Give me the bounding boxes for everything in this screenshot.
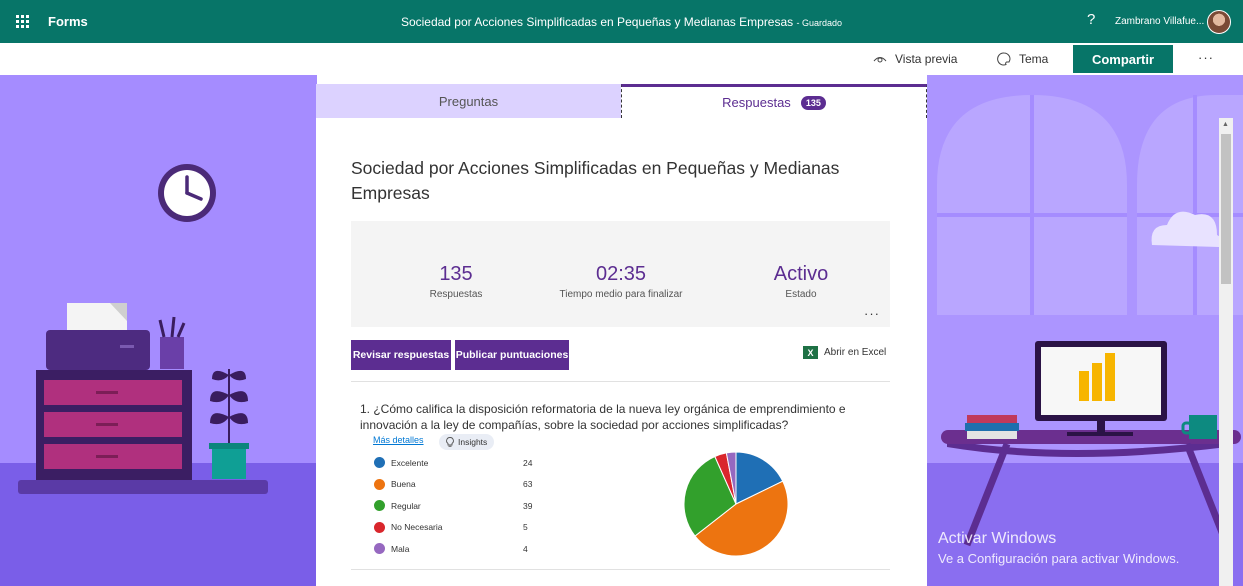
palette-icon xyxy=(997,52,1011,66)
watermark-title: Activar Windows xyxy=(938,530,1057,547)
legend-label: Excelente xyxy=(391,457,429,468)
watermark-subtitle: Ve a Configuración para activar Windows. xyxy=(938,551,1180,566)
status-value: Activo xyxy=(773,263,829,285)
legend-swatch xyxy=(374,478,385,490)
average-time-value: 02:35 xyxy=(595,263,647,285)
summary-more-button[interactable]: ··· xyxy=(864,306,880,321)
user-name[interactable]: Zambrano Villafue... xyxy=(1115,16,1204,27)
divider xyxy=(351,381,890,382)
scroll-up-icon[interactable]: ▲ xyxy=(1222,121,1229,128)
background-right-illustration xyxy=(927,75,1243,586)
lightbulb-icon xyxy=(446,437,454,447)
tab-responses[interactable]: Respuestas 135 xyxy=(621,84,927,118)
review-responses-button[interactable]: Revisar respuestas xyxy=(351,340,451,370)
status-label: Estado xyxy=(785,289,817,300)
form-title: Sociedad por Acciones Simplificadas en P… xyxy=(351,158,840,203)
legend-swatch xyxy=(374,521,385,533)
tab-responses-label: Respuestas xyxy=(722,95,791,110)
preview-button[interactable]: Vista previa xyxy=(873,52,957,66)
more-options-button[interactable]: ··· xyxy=(1198,50,1214,65)
responses-stat: 135 Respuestas xyxy=(401,263,511,300)
theme-label: Tema xyxy=(1019,52,1049,66)
average-time-stat: 02:35 Tiempo medio para finalizar xyxy=(546,263,696,300)
legend-count: 5 xyxy=(523,522,528,532)
legend-count: 4 xyxy=(523,543,528,554)
responses-pie-chart xyxy=(683,451,789,557)
excel-icon: X xyxy=(803,346,818,359)
app-launcher-button[interactable] xyxy=(0,0,44,43)
background-left-illustration xyxy=(0,75,317,586)
help-button[interactable]: ? xyxy=(1087,11,1095,28)
share-button[interactable]: Compartir xyxy=(1073,45,1173,73)
document-title: Sociedad por Acciones Simplificadas en P… xyxy=(0,15,1243,29)
scrollbar[interactable]: ▲ xyxy=(1219,118,1233,586)
legend-count: 63 xyxy=(523,479,533,489)
insights-button[interactable]: Insights xyxy=(439,434,495,450)
responses-label: Respuestas xyxy=(429,289,483,300)
publish-scores-button[interactable]: Publicar puntuaciones xyxy=(455,340,569,370)
question-1-text: 1. ¿Cómo califica la disposición reforma… xyxy=(360,402,846,432)
legend-count: 39 xyxy=(523,500,533,511)
legend-item: No Necesaria 5 xyxy=(374,521,534,533)
legend-swatch xyxy=(374,457,385,468)
waffle-icon xyxy=(15,15,29,28)
eye-icon xyxy=(873,57,887,63)
app-name[interactable]: Forms xyxy=(48,14,88,29)
status-stat: Activo Estado xyxy=(741,263,861,300)
legend-item: Mala 4 xyxy=(374,543,534,554)
preview-label: Vista previa xyxy=(895,52,958,66)
legend-label: Mala xyxy=(391,543,410,554)
document-title-text: Sociedad por Acciones Simplificadas en P… xyxy=(400,15,794,29)
summary-panel: 135 Respuestas 02:35 Tiempo medio para f… xyxy=(351,221,890,327)
legend-label: No Necesaria xyxy=(391,522,443,532)
legend-count: 24 xyxy=(523,457,533,468)
insights-label: Insights xyxy=(458,437,488,447)
window-desk-scene-icon xyxy=(937,95,1243,547)
theme-button[interactable]: Tema xyxy=(997,52,1048,66)
activate-windows-watermark: Activar Windows Ve a Configuración para … xyxy=(938,530,1179,566)
average-time-label: Tiempo medio para finalizar xyxy=(559,289,683,300)
responses-card: Sociedad por Acciones Simplificadas en P… xyxy=(316,118,927,586)
legend-swatch xyxy=(374,500,385,511)
responses-count-badge: 135 xyxy=(800,95,826,110)
more-details-link[interactable]: Más detalles xyxy=(373,435,424,445)
legend-label: Buena xyxy=(391,479,416,489)
open-in-excel-label: Abrir en Excel xyxy=(824,347,887,358)
command-bar xyxy=(0,43,1243,75)
scrollbar-thumb[interactable] xyxy=(1221,134,1231,284)
legend-swatch xyxy=(374,543,385,554)
tab-questions[interactable]: Preguntas xyxy=(316,84,621,118)
legend-item: Regular 39 xyxy=(374,500,534,511)
saved-status: - Guardado xyxy=(796,18,843,28)
legend-item: Excelente 24 xyxy=(374,457,534,468)
legend-item: Buena 63 xyxy=(374,478,534,490)
top-bar: Forms Sociedad por Acciones Simplificada… xyxy=(0,0,1243,43)
avatar[interactable] xyxy=(1207,10,1231,34)
divider xyxy=(351,569,890,570)
legend-label: Regular xyxy=(391,500,421,511)
responses-value: 135 xyxy=(439,263,473,285)
office-scene-icon xyxy=(18,164,268,494)
open-in-excel-button[interactable]: X Abrir en Excel xyxy=(803,346,886,359)
